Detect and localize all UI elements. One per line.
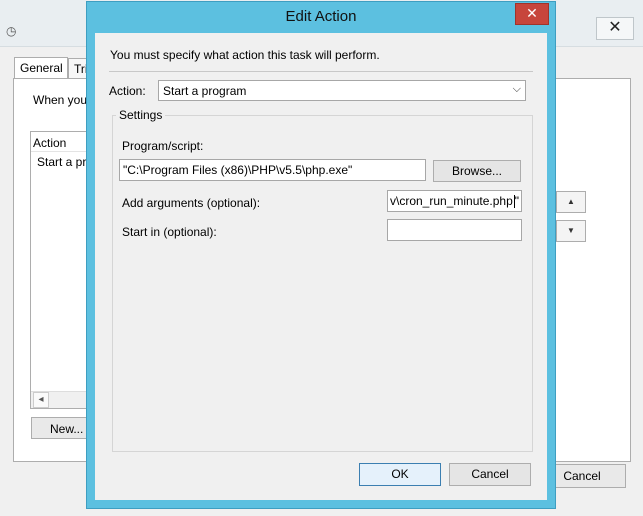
add-arguments-value: v\cron_run_minute.php bbox=[390, 194, 513, 208]
action-select-value: Start a program bbox=[163, 84, 247, 98]
start-in-input[interactable] bbox=[387, 219, 522, 241]
actions-description: When you bbox=[33, 93, 88, 107]
dialog-title: Edit Action bbox=[285, 8, 357, 25]
cancel-button[interactable]: Cancel bbox=[449, 463, 531, 486]
settings-legend: Settings bbox=[116, 108, 166, 122]
actions-list-header-action[interactable]: Action bbox=[33, 136, 66, 150]
table-row[interactable]: Start a pr bbox=[37, 155, 86, 169]
clock-icon: ◷ bbox=[6, 24, 17, 38]
ok-button[interactable]: OK bbox=[359, 463, 441, 486]
add-arguments-label: Add arguments (optional): bbox=[122, 196, 261, 210]
browse-button[interactable]: Browse... bbox=[433, 160, 521, 182]
edit-action-dialog: Edit Action ✕ You must specify what acti… bbox=[86, 1, 556, 509]
dialog-client-area: You must specify what action this task w… bbox=[95, 33, 547, 500]
arrow-left-icon[interactable]: ◂ bbox=[33, 392, 49, 408]
arrow-down-icon[interactable]: ▼ bbox=[556, 220, 586, 242]
actions-list-header-divider bbox=[31, 151, 89, 152]
divider bbox=[109, 71, 533, 72]
add-arguments-input[interactable]: v\cron_run_minute.php " bbox=[387, 190, 522, 212]
chevron-down-icon[interactable]: ⌵ bbox=[513, 83, 521, 96]
program-script-input[interactable]: "C:\Program Files (x86)\PHP\v5.5\php.exe… bbox=[119, 159, 426, 181]
start-in-label: Start in (optional): bbox=[122, 225, 217, 239]
actions-list[interactable] bbox=[30, 131, 92, 409]
dialog-instruction: You must specify what action this task w… bbox=[110, 48, 380, 62]
new-action-button[interactable]: New... bbox=[31, 417, 91, 439]
add-arguments-trailing: " bbox=[514, 194, 520, 208]
task-properties-close-button[interactable]: ✕ bbox=[596, 17, 634, 40]
arrow-up-icon[interactable]: ▲ bbox=[556, 191, 586, 213]
action-label: Action: bbox=[109, 84, 146, 98]
tab-general[interactable]: General bbox=[14, 57, 68, 79]
action-select[interactable]: Start a program ⌵ bbox=[158, 80, 526, 101]
dialog-close-button[interactable]: ✕ bbox=[515, 3, 549, 25]
program-script-label: Program/script: bbox=[122, 139, 204, 153]
